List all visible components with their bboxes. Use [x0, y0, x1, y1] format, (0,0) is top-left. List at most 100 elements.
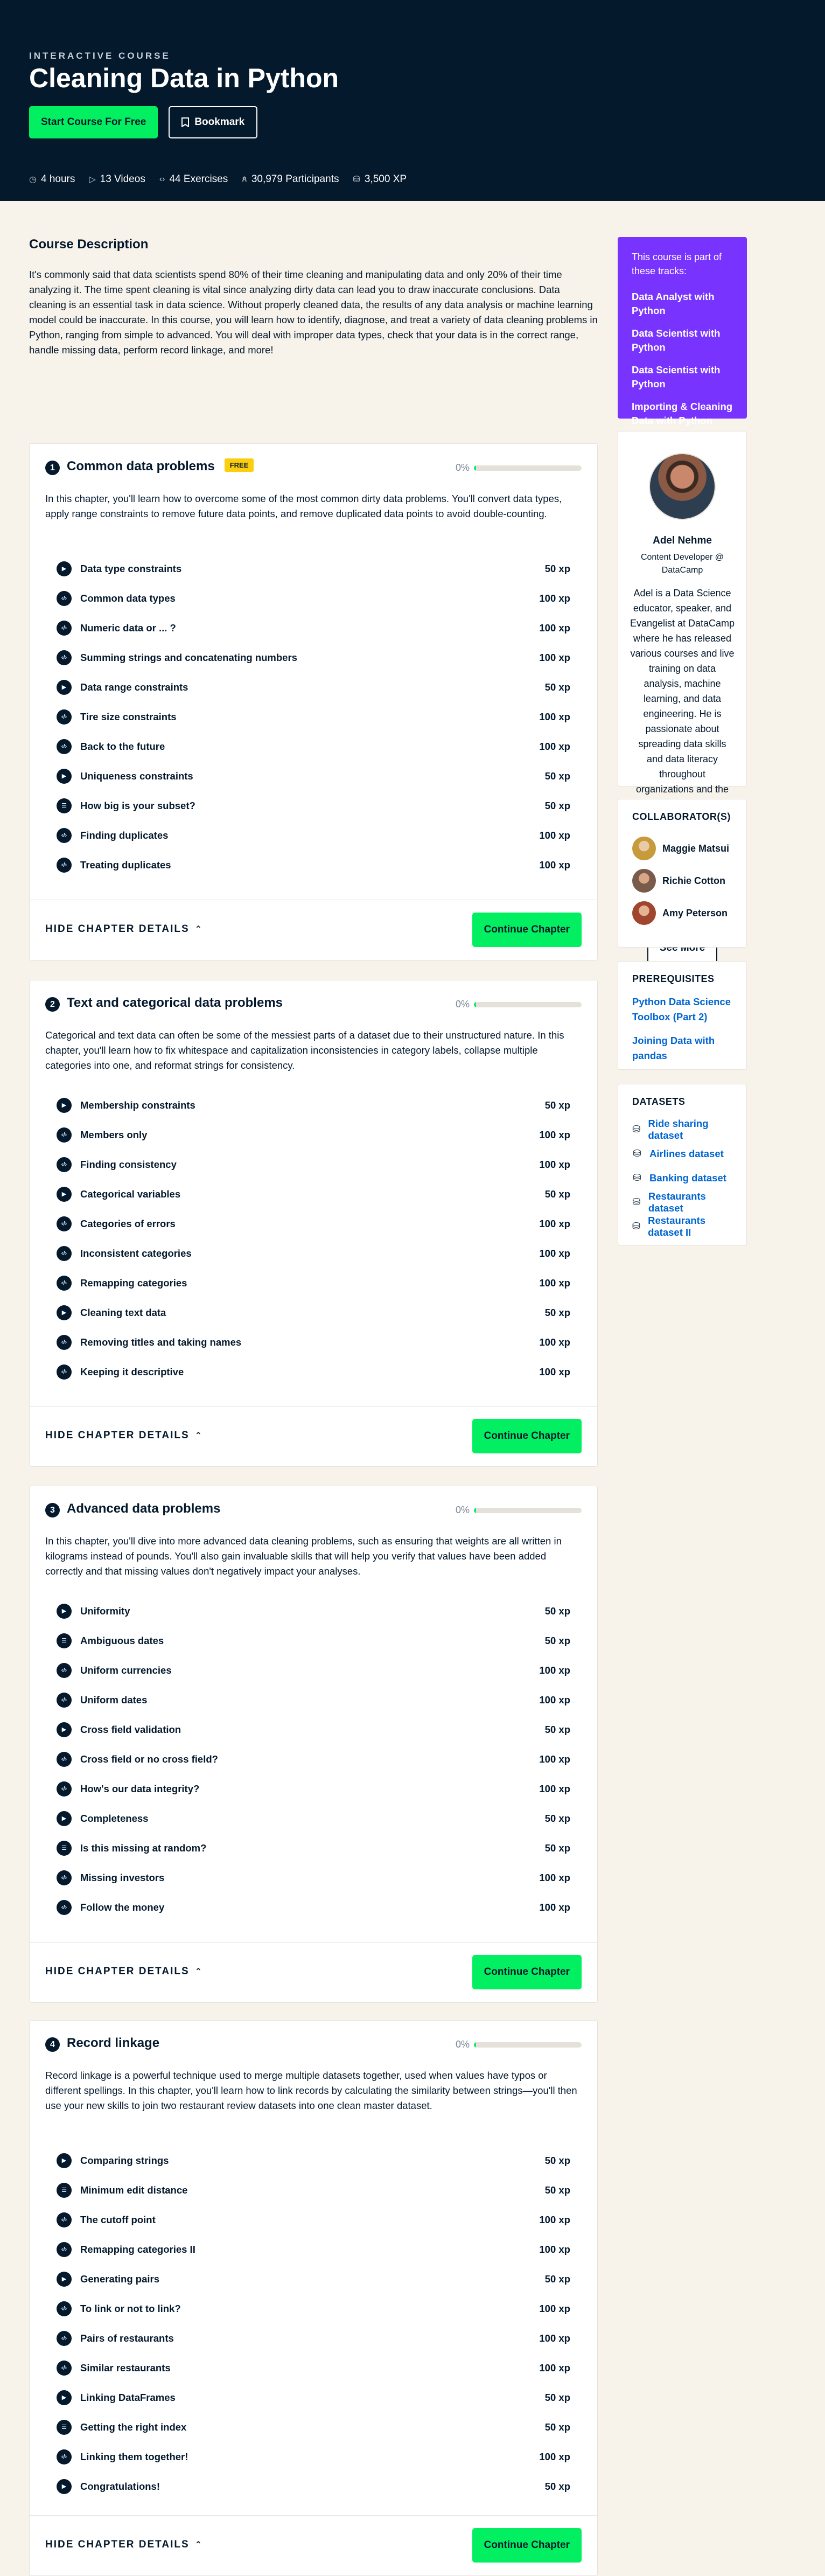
exercise-info: ▶ Linking DataFrames	[57, 2390, 176, 2405]
exercise-name: Keeping it descriptive	[80, 1366, 184, 1377]
dataset-item[interactable]: ⛁ Banking dataset	[632, 1166, 732, 1190]
exercise-row[interactable]: ▶ Comparing strings 50 xp	[57, 2146, 570, 2175]
dataset-link[interactable]: Ride sharing dataset	[648, 1118, 732, 1141]
exercise-row[interactable]: ‹/› Missing investors 100 xp	[57, 1863, 570, 1892]
exercise-row[interactable]: ‹/› Uniform currencies 100 xp	[57, 1655, 570, 1685]
hide-chapter-details-link[interactable]: HIDE CHAPTER DETAILS ⌃	[45, 1430, 203, 1442]
exercise-row[interactable]: ☰ Is this missing at random? 50 xp	[57, 1833, 570, 1863]
instructor-name[interactable]: Adel Nehme	[629, 535, 736, 547]
exercise-row[interactable]: ☰ How big is your subset? 50 xp	[57, 791, 570, 820]
dataset-link[interactable]: Restaurants dataset	[648, 1190, 732, 1214]
chapter-progress-bar	[474, 1507, 582, 1513]
exercise-row[interactable]: ‹/› Follow the money 100 xp	[57, 1892, 570, 1922]
exercise-row[interactable]: ‹/› Keeping it descriptive 100 xp	[57, 1357, 570, 1387]
continue-chapter-button[interactable]: Continue Chapter	[472, 913, 582, 947]
hide-chapter-details-link[interactable]: HIDE CHAPTER DETAILS ⌃	[45, 923, 203, 935]
dataset-item[interactable]: ⛁ Restaurants dataset II	[632, 1214, 732, 1238]
exercise-row[interactable]: ‹/› How's our data integrity? 100 xp	[57, 1774, 570, 1804]
prerequisite-link[interactable]: Joining Data with pandas	[632, 1033, 732, 1063]
continue-chapter-button[interactable]: Continue Chapter	[472, 1419, 582, 1453]
exercise-row[interactable]: ▶ Generating pairs 50 xp	[57, 2264, 570, 2294]
exercise-xp: 100 xp	[539, 592, 570, 604]
start-course-button[interactable]: Start Course For Free	[29, 106, 158, 138]
stat-xp-label: 3,500 XP	[364, 173, 407, 185]
chapter-footer: HIDE CHAPTER DETAILS ⌃ Continue Chapter	[30, 1406, 597, 1466]
dataset-link[interactable]: Restaurants dataset II	[648, 1215, 732, 1238]
exercise-xp: 100 xp	[539, 1277, 570, 1289]
chapter-title[interactable]: Text and categorical data problems	[67, 995, 283, 1011]
exercise-row[interactable]: ☰ Getting the right index 50 xp	[57, 2412, 570, 2442]
collaborator-item[interactable]: Richie Cotton	[632, 865, 732, 897]
code-exercise-icon: ‹/›	[57, 1127, 72, 1143]
exercise-row[interactable]: ‹/› Treating duplicates 100 xp	[57, 850, 570, 880]
tracks-intro: This course is part of these tracks:	[632, 252, 722, 276]
exercise-xp: 50 xp	[544, 1188, 570, 1200]
exercise-info: ‹/› Summing strings and concatenating num…	[57, 650, 297, 665]
instructor-avatar[interactable]	[649, 453, 716, 520]
dataset-link[interactable]: Airlines dataset	[649, 1148, 724, 1160]
collaborator-item[interactable]: Amy Peterson	[632, 897, 732, 929]
exercise-row[interactable]: ☰ Ambiguous dates 50 xp	[57, 1626, 570, 1655]
exercise-row[interactable]: ▶ Uniformity 50 xp	[57, 1596, 570, 1626]
exercise-row[interactable]: ‹/› Remapping categories 100 xp	[57, 1268, 570, 1298]
exercise-row[interactable]: ‹/› Tire size constraints 100 xp	[57, 702, 570, 732]
exercise-row[interactable]: ☰ Minimum edit distance 50 xp	[57, 2175, 570, 2205]
code-exercise-icon: ‹/›	[57, 590, 72, 606]
exercise-xp: 100 xp	[539, 2213, 570, 2225]
prerequisite-link[interactable]: Python Data Science Toolbox (Part 2)	[632, 994, 732, 1025]
collaborator-avatar	[632, 869, 656, 893]
exercise-row[interactable]: ▶ Uniqueness constraints 50 xp	[57, 761, 570, 791]
exercise-row[interactable]: ▶ Data range constraints 50 xp	[57, 672, 570, 702]
exercise-row[interactable]: ▶ Cross field validation 50 xp	[57, 1715, 570, 1744]
exercise-row[interactable]: ‹/› Members only 100 xp	[57, 1120, 570, 1150]
exercise-row[interactable]: ‹/› Finding duplicates 100 xp	[57, 820, 570, 850]
hide-chapter-details-link[interactable]: HIDE CHAPTER DETAILS ⌃	[45, 1966, 203, 1978]
exercise-row[interactable]: ‹/› Numeric data or ... ? 100 xp	[57, 613, 570, 643]
exercise-row[interactable]: ‹/› To link or not to link? 100 xp	[57, 2294, 570, 2323]
exercise-row[interactable]: ▶ Congratulations! 50 xp	[57, 2471, 570, 2501]
dataset-item[interactable]: ⛁ Ride sharing dataset	[632, 1117, 732, 1141]
exercise-row[interactable]: ‹/› Finding consistency 100 xp	[57, 1150, 570, 1179]
code-exercise-icon: ‹/›	[57, 1216, 72, 1231]
code-exercise-icon: ‹/›	[57, 1662, 72, 1678]
chapter-title[interactable]: Record linkage	[67, 2036, 159, 2051]
exercise-row[interactable]: ‹/› Removing titles and taking names 100 x…	[57, 1327, 570, 1357]
exercise-row[interactable]: ▶ Completeness 50 xp	[57, 1804, 570, 1833]
continue-chapter-button[interactable]: Continue Chapter	[472, 2528, 582, 2563]
exercise-row[interactable]: ▶ Cleaning text data 50 xp	[57, 1298, 570, 1327]
chapter-title[interactable]: Advanced data problems	[67, 1501, 220, 1516]
exercise-row[interactable]: ▶ Linking DataFrames 50 xp	[57, 2383, 570, 2412]
exercise-row[interactable]: ‹/› Remapping categories II 100 xp	[57, 2234, 570, 2264]
exercise-row[interactable]: ‹/› Linking them together! 100 xp	[57, 2442, 570, 2471]
exercise-row[interactable]: ‹/› Common data types 100 xp	[57, 583, 570, 613]
exercise-row[interactable]: ‹/› Cross field or no cross field? 100 xp	[57, 1744, 570, 1774]
hide-chapter-details-link[interactable]: HIDE CHAPTER DETAILS ⌃	[45, 2539, 203, 2551]
chapter-title[interactable]: Common data problems FREE	[67, 458, 254, 474]
exercise-row[interactable]: ‹/› Similar restaurants 100 xp	[57, 2353, 570, 2383]
exercise-row[interactable]: ‹/› Summing strings and concatenating num…	[57, 643, 570, 672]
dataset-item[interactable]: ⛁ Restaurants dataset	[632, 1190, 732, 1214]
dataset-link[interactable]: Banking dataset	[649, 1172, 726, 1184]
exercise-row[interactable]: ▶ Categorical variables 50 xp	[57, 1179, 570, 1209]
track-link[interactable]: Data Analyst with Python	[632, 290, 733, 318]
track-link[interactable]: Importing & Cleaning Data with Python	[632, 400, 733, 428]
track-link[interactable]: Data Scientist with Python	[632, 363, 733, 391]
exercise-row[interactable]: ‹/› Pairs of restaurants 100 xp	[57, 2323, 570, 2353]
multiple-choice-icon: ☰	[57, 1840, 72, 1856]
collaborator-item[interactable]: Maggie Matsui	[632, 832, 732, 865]
exercise-row[interactable]: ▶ Membership constraints 50 xp	[57, 1090, 570, 1120]
exercise-row[interactable]: ‹/› Inconsistent categories 100 xp	[57, 1238, 570, 1268]
exercise-row[interactable]: ‹/› The cutoff point 100 xp	[57, 2205, 570, 2234]
exercise-info: ▶ Uniformity	[57, 1603, 130, 1619]
dataset-item[interactable]: ⛁ Airlines dataset	[632, 1141, 732, 1166]
continue-chapter-button[interactable]: Continue Chapter	[472, 1955, 582, 1989]
bookmark-button[interactable]: Bookmark	[169, 106, 258, 138]
xp-icon: ⛁	[353, 175, 360, 184]
exercise-row[interactable]: ‹/› Categories of errors 100 xp	[57, 1209, 570, 1238]
track-link[interactable]: Data Scientist with Python	[632, 326, 733, 354]
exercise-row[interactable]: ‹/› Uniform dates 100 xp	[57, 1685, 570, 1715]
exercise-row[interactable]: ▶ Data type constraints 50 xp	[57, 554, 570, 583]
exercise-row[interactable]: ‹/› Back to the future 100 xp	[57, 732, 570, 761]
exercise-xp: 100 xp	[539, 622, 570, 633]
course-description-text: It's commonly said that data scientists …	[29, 269, 598, 356]
